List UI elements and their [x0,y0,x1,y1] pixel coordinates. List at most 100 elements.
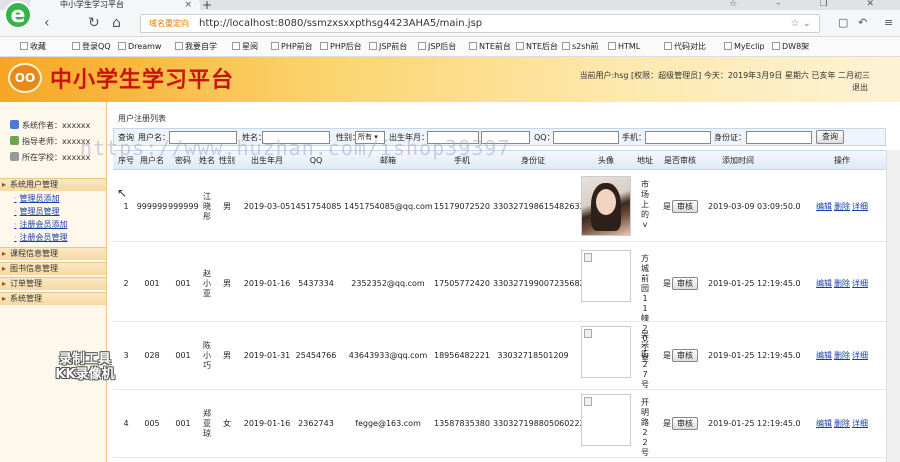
bookmark-item[interactable]: JSP后台 [418,40,456,54]
cell-time: 2019-01-25 12:19:45.0 [708,351,801,360]
phone-label: 手机： [622,133,646,142]
bookmark-item[interactable]: 我要自学 [175,40,217,54]
bookmark-item[interactable]: MyEclip [724,40,765,54]
cell-phone: 15179072520 [434,202,490,211]
audit-button[interactable]: 审核 [672,417,698,430]
cell-qq: 1451754085 [290,202,342,211]
detail-link[interactable]: 详细 [852,202,868,212]
delete-link[interactable]: 删除 [834,351,850,361]
bookmark-item[interactable]: 星阅 [232,40,258,54]
address-bar[interactable]: 域名重定向 http://localhost:8080/ssmzxsxxpths… [140,14,820,33]
bookmark-icon [369,42,377,50]
bookmark-item[interactable]: 收藏 [20,40,46,54]
bookmark-label: PHP前台 [281,42,313,51]
breadcrumb: 用户注册列表 [118,114,166,123]
cell-idx: 1 [123,202,129,211]
bookmark-item[interactable]: 代码对比 [664,40,706,54]
column-header[interactable]: 操作 [807,156,877,166]
avatar[interactable] [581,176,631,236]
bookmark-label: PHP后台 [330,42,362,51]
bookmark-item[interactable]: DW8架 [772,40,809,54]
menu-manage-admin[interactable]: 管理员管理 [14,206,60,218]
delete-link[interactable]: 删除 [834,202,850,212]
avatar[interactable] [581,250,631,302]
app-title: 中小学生学习平台 [50,67,235,92]
column-header[interactable]: 添加时间 [693,156,783,166]
bookmark-label: 星阅 [242,42,258,51]
undo-icon[interactable]: ↶ [858,15,867,31]
menu-course-management[interactable]: 课程信息管理 [0,247,106,260]
redirect-label: 域名重定向 [149,19,189,28]
edit-link[interactable]: 编辑 [816,351,832,361]
cell-idx: 3 [123,351,129,360]
cell-email: 2352352@qq.com [351,279,425,288]
cell-username: 005 [144,419,160,428]
bookmark-item[interactable]: 登录QQ [72,40,111,54]
bookmark-label: 收藏 [30,42,46,51]
delete-link[interactable]: 删除 [834,279,850,289]
audit-button[interactable]: 审核 [672,349,698,362]
edit-link[interactable]: 编辑 [816,419,832,429]
bookmark-item[interactable]: PHP后台 [320,40,362,54]
bookmark-item[interactable]: JSP前台 [369,40,407,54]
delete-link[interactable]: 删除 [834,419,850,429]
avatar-face [596,189,616,215]
menu-icon[interactable]: ≡ [884,15,893,31]
menu-manage-member[interactable]: 注册会员管理 [14,232,68,244]
menu-book-management[interactable]: 图书信息管理 [0,262,106,275]
avatar[interactable] [581,394,631,446]
menu-add-admin[interactable]: 管理员添加 [14,193,60,205]
avatar[interactable] [581,326,631,378]
row-separator [113,457,886,458]
tools-icon[interactable]: ▢ [838,15,848,31]
bookmark-item[interactable]: HTML [608,40,640,54]
cell-password: 001 [175,279,191,288]
menu-system-management[interactable]: 系统管理 [0,292,106,305]
column-header[interactable]: 头像 [578,156,634,166]
cell-email: 1451754085@qq.com [344,202,433,211]
audit-button[interactable]: 审核 [672,277,698,290]
bookmark-item[interactable]: Dreamw [118,40,161,54]
cell-qq: 2362743 [298,419,334,428]
home-icon[interactable]: ⌂ [112,15,121,31]
detail-link[interactable]: 详细 [852,419,868,429]
vertical-scrollbar[interactable] [886,150,900,462]
bookmark-item[interactable]: PHP前台 [271,40,313,54]
cell-password: 001 [175,351,191,360]
browser-tab[interactable]: 中小学生学习平台 × [30,0,200,10]
edit-link[interactable]: 编辑 [816,279,832,289]
address-toolbar: ‹ ↻ ⌂ 域名重定向 http://localhost:8080/ssmzxs… [0,10,900,37]
bookmark-item[interactable]: NTE后台 [516,40,558,54]
bookmark-icon [72,42,80,50]
cell-birth: 2019-01-16 [243,419,291,428]
window-controls[interactable]: ☆ – ❐ ✕ [729,0,892,9]
recorder-line1: 录制工具 [58,352,111,367]
qq-input[interactable] [553,131,619,144]
bookmark-item[interactable]: s2sh前 [562,40,599,54]
search-button[interactable]: 查询 [816,130,844,144]
bookmark-icon [772,42,780,50]
url-text[interactable]: http://localhost:8080/ssmzxsxxpthsg4423A… [199,17,482,31]
cell-birth: 2019-03-05 [243,202,291,211]
audit-button[interactable]: 审核 [672,200,698,213]
bookmark-icon [608,42,616,50]
back-icon[interactable]: ‹ [44,15,50,31]
cell-birth: 2019-01-31 [243,351,291,360]
menu-add-member[interactable]: 注册会员添加 [14,219,68,231]
star-icon[interactable]: ☆ ⌄ [790,17,811,31]
detail-link[interactable]: 详细 [852,279,868,289]
close-icon[interactable]: × [184,0,192,10]
bookmark-item[interactable]: NTE前台 [469,40,511,54]
edit-link[interactable]: 编辑 [816,202,832,212]
refresh-icon[interactable]: ↻ [88,15,100,31]
column-header[interactable]: 地址 [637,156,653,166]
detail-link[interactable]: 详细 [852,351,868,361]
phone-input[interactable] [645,131,711,144]
logout-link[interactable]: 退出 [570,82,868,94]
broken-image-icon [584,397,592,406]
idcard-input[interactable] [746,131,812,144]
menu-user-management[interactable]: 系统用户管理 [0,178,106,191]
bookmark-label: NTE前台 [479,42,511,51]
menu-order-management[interactable]: 订单管理 [0,277,106,290]
bookmark-label: HTML [618,42,641,51]
